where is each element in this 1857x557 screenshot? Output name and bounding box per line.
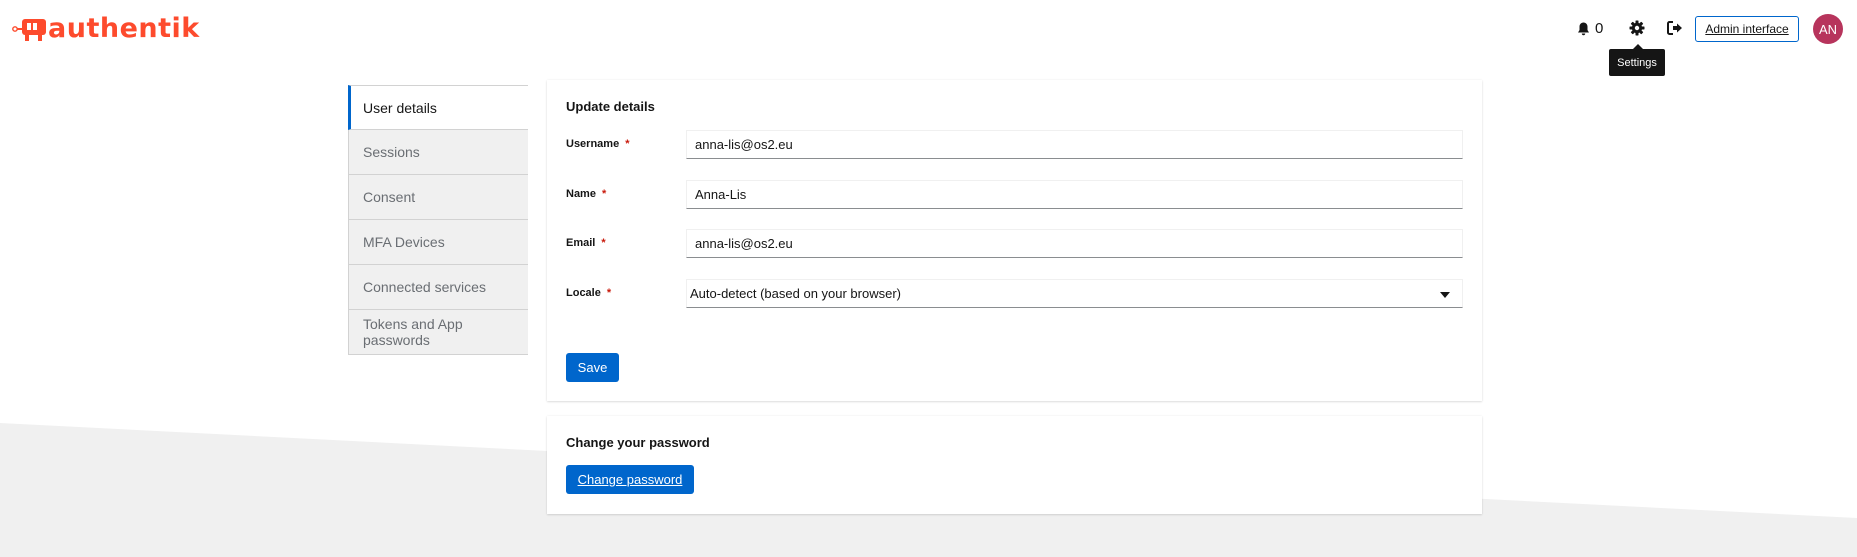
locale-label: Locale * xyxy=(566,287,612,299)
email-row: Email * anna-lis@os2.eu xyxy=(566,229,1463,259)
required-mark: * xyxy=(601,237,606,249)
email-label: Email * xyxy=(566,237,606,249)
tab-consent[interactable]: Consent xyxy=(348,175,528,220)
top-header: authentik 0 Admin interface AN xyxy=(0,0,1857,60)
logout-icon[interactable] xyxy=(1666,20,1684,36)
save-button[interactable]: Save xyxy=(566,353,619,382)
required-mark: * xyxy=(625,138,630,150)
change-password-card: Change your password Change password xyxy=(547,416,1482,514)
name-label: Name * xyxy=(566,188,607,200)
locale-select[interactable]: Auto-detect (based on your browser) xyxy=(686,279,1463,308)
tab-sessions[interactable]: Sessions xyxy=(348,130,528,175)
locale-row: Locale * Auto-detect (based on your brows… xyxy=(566,279,1463,309)
authentik-logo-icon xyxy=(12,19,46,41)
bell-icon xyxy=(1578,22,1589,35)
caret-down-icon xyxy=(1440,292,1450,298)
required-mark: * xyxy=(601,188,607,200)
user-settings-tabs: User details Sessions Consent MFA Device… xyxy=(348,85,528,355)
change-password-button[interactable]: Change password xyxy=(566,465,694,494)
update-details-title: Update details xyxy=(566,99,655,114)
name-input[interactable]: Anna-Lis xyxy=(686,180,1463,209)
user-avatar[interactable]: AN xyxy=(1813,14,1843,44)
username-input[interactable]: anna-lis@os2.eu xyxy=(686,130,1463,159)
name-row: Name * Anna-Lis xyxy=(566,180,1463,210)
tab-connected-services[interactable]: Connected services xyxy=(348,265,528,310)
brand-name: authentik xyxy=(48,13,200,44)
brand-logo[interactable]: authentik xyxy=(12,14,200,44)
required-mark: * xyxy=(606,287,612,299)
admin-interface-button[interactable]: Admin interface xyxy=(1695,16,1799,42)
update-details-card: Update details Username * anna-lis@os2.eu… xyxy=(547,80,1482,401)
notifications-button[interactable]: 0 xyxy=(1577,20,1603,37)
locale-selected-value: Auto-detect (based on your browser) xyxy=(690,286,901,301)
change-password-title: Change your password xyxy=(566,435,710,450)
tab-tokens-app-passwords[interactable]: Tokens and App passwords xyxy=(348,310,528,355)
username-label: Username * xyxy=(566,138,630,150)
gear-icon[interactable] xyxy=(1628,19,1646,37)
notifications-count: 0 xyxy=(1595,20,1604,37)
username-row: Username * anna-lis@os2.eu xyxy=(566,130,1463,160)
tab-user-details[interactable]: User details xyxy=(348,85,528,130)
tab-mfa-devices[interactable]: MFA Devices xyxy=(348,220,528,265)
settings-tooltip: Settings xyxy=(1609,44,1665,76)
email-input[interactable]: anna-lis@os2.eu xyxy=(686,229,1463,258)
